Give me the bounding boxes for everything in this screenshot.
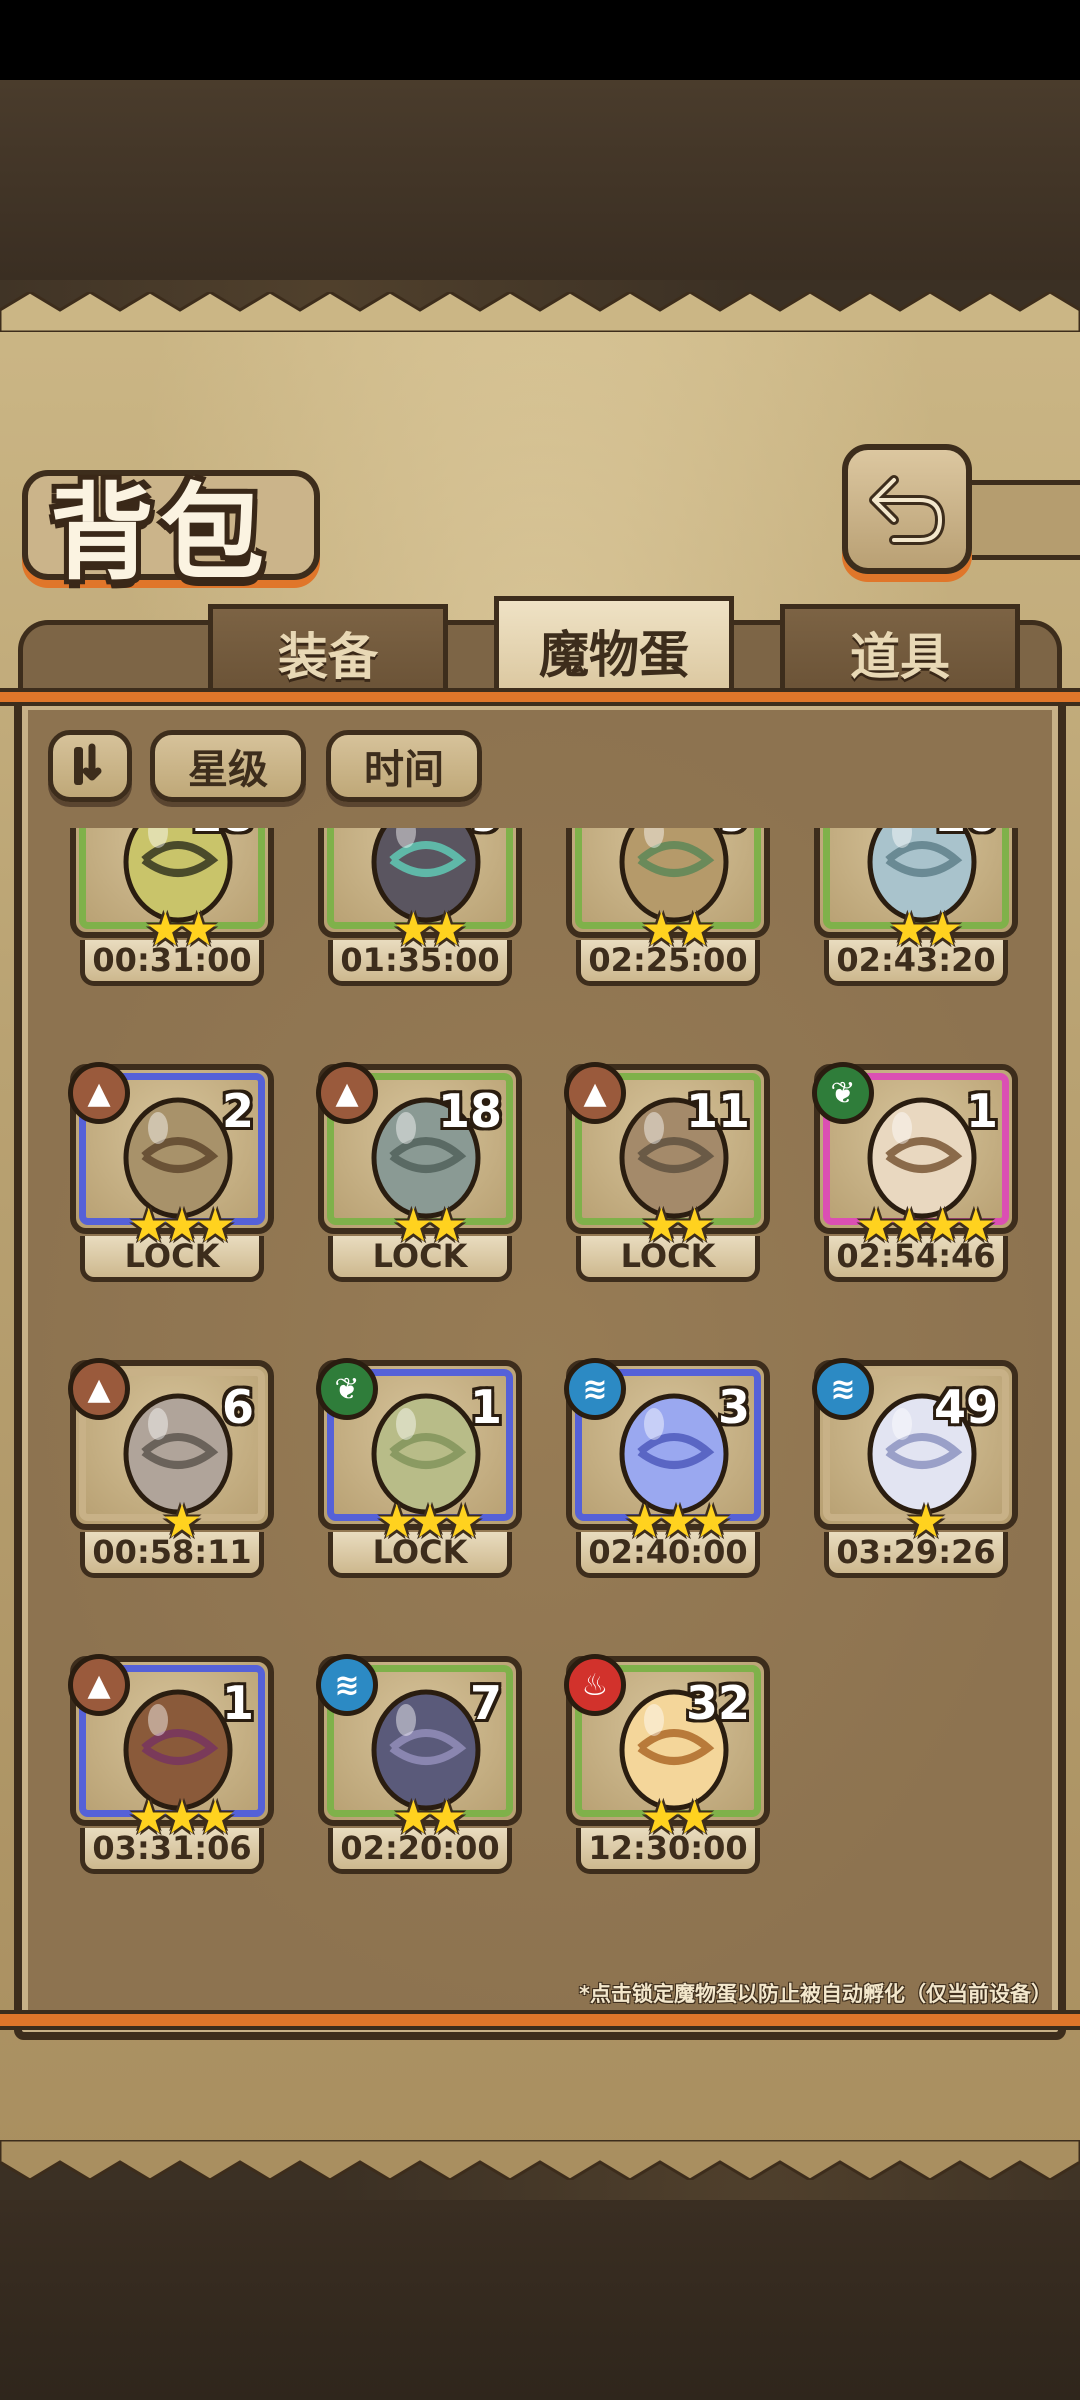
egg-frame-blue: ≋ 3 ★★★ [564,1358,770,1544]
egg-count: 11 [685,1084,750,1138]
tab-equipment[interactable]: 装备 [208,604,448,696]
star-rating: ★★ [392,1198,467,1252]
star-rating: ★★ [392,902,467,956]
egg-frame-green: ≋ 7 ★★ [316,1654,522,1840]
egg-card[interactable]: 02:20:00 ≋ 7 ★★ [316,1654,522,1876]
egg-count: 7 [469,1676,502,1730]
grass-element-icon: ❦ [316,1358,378,1420]
egg-count: 1 [965,1084,998,1138]
egg-card[interactable]: LOCK ❦ 1 ★★★ [316,1358,522,1580]
sort-by-star-button[interactable]: 星级 [150,730,306,802]
star-rating: ★★ [640,1198,715,1252]
egg-card[interactable]: 00:31:00❦18★★ [70,828,274,988]
sort-by-time-button[interactable]: 时间 [326,730,482,802]
egg-card[interactable]: 02:40:00 ≋ 3 ★★★ [564,1358,770,1580]
star-rating: ★★★ [376,1494,484,1548]
back-button-rail [972,480,1080,560]
egg-card[interactable]: 02:25:00▲9★★ [566,828,770,988]
egg-frame-blue: ▲ 1 ★★★ [68,1654,274,1840]
panel-top-trim [0,688,1080,706]
parchment-top-edge [0,292,1080,332]
page-title: 背包 [50,472,271,594]
earth-element-icon: ▲ [564,1062,626,1124]
map-bottom-strip [0,2200,1080,2400]
egg-grid[interactable]: 00:31:00❦18★★01:35:00❦9★★02:25:00▲9★★02:… [40,828,1040,1968]
return-arrow-icon [869,475,945,545]
egg-card[interactable]: 02:54:46 ❦ 1 ★★★★ [812,1062,1018,1284]
star-rating: ★ [161,1494,202,1548]
egg-count: 1 [221,1676,254,1730]
egg-count: 6 [221,1380,254,1434]
earth-element-icon: ▲ [316,1062,378,1124]
egg-count: 32 [685,1676,750,1730]
star-rating: ★★★ [128,1198,236,1252]
egg-count: 18 [437,1084,502,1138]
fire-element-icon: ♨ [564,1654,626,1716]
egg-card[interactable]: 02:43:20≋10★★ [814,828,1018,988]
egg-count: 1 [469,1380,502,1434]
egg-count: 9 [470,828,502,842]
egg-count: 18 [190,828,254,842]
earth-element-icon: ▲ [68,1062,130,1124]
star-rating: ★ [905,1494,946,1548]
egg-count: 10 [934,828,998,842]
sort-order-button[interactable] [48,730,132,802]
water-element-icon: ≋ [812,1358,874,1420]
egg-frame-green: ▲9★★ [566,828,770,952]
star-rating: ★★ [640,1790,715,1844]
egg-card[interactable]: LOCK ▲ 2 ★★★ [68,1062,274,1284]
egg-frame-plain: ▲ 6 ★ [68,1358,274,1544]
egg-count: 9 [718,828,750,842]
egg-frame-pink: ❦ 1 ★★★★ [812,1062,1018,1248]
egg-card[interactable]: 03:31:06 ▲ 1 ★★★ [68,1654,274,1876]
egg-card[interactable]: LOCK ▲ 11 ★★ [564,1062,770,1284]
egg-count: 2 [221,1084,254,1138]
grass-element-icon: ❦ [812,1062,874,1124]
status-bar [0,0,1080,80]
lock-hint-footnote: *点击锁定魔物蛋以防止被自动孵化（仅当前设备） [579,1982,1052,2006]
egg-frame-green: ❦18★★ [70,828,274,952]
egg-frame-green: ▲ 18 ★★ [316,1062,522,1248]
parchment-bottom-edge [0,2140,1080,2180]
egg-card[interactable]: 12:30:00 ♨ 32 ★★ [564,1654,770,1876]
back-button[interactable] [842,444,972,574]
water-element-icon: ≋ [564,1358,626,1420]
egg-frame-green: ❦9★★ [318,828,522,952]
egg-card[interactable]: LOCK ▲ 18 ★★ [316,1062,522,1284]
star-rating: ★★ [640,902,715,956]
sort-direction-icon [74,743,102,785]
tab-items[interactable]: 道具 [780,604,1020,696]
egg-frame-blue: ❦ 1 ★★★ [316,1358,522,1544]
egg-card[interactable]: 00:58:11 ▲ 6 ★ [68,1358,274,1580]
earth-element-icon: ▲ [68,1654,130,1716]
egg-card[interactable]: 01:35:00❦9★★ [318,828,522,988]
panel-bottom-trim [0,2010,1080,2030]
star-rating: ★★ [392,1790,467,1844]
tab-monster-eggs[interactable]: 魔物蛋 [494,596,734,700]
egg-frame-green: ≋10★★ [814,828,1018,952]
egg-card[interactable]: 03:29:26 ≋ 49 ★ [812,1358,1018,1580]
star-rating: ★★★ [128,1790,236,1844]
egg-frame-plain: ≋ 49 ★ [812,1358,1018,1544]
water-element-icon: ≋ [316,1654,378,1716]
star-rating: ★★ [144,902,219,956]
egg-count: 49 [933,1380,998,1434]
egg-frame-blue: ▲ 2 ★★★ [68,1062,274,1248]
star-rating: ★★★ [624,1494,732,1548]
egg-frame-green: ▲ 11 ★★ [564,1062,770,1248]
egg-count: 3 [717,1380,750,1434]
star-rating: ★★★★ [855,1198,997,1252]
egg-frame-green: ♨ 32 ★★ [564,1654,770,1840]
earth-element-icon: ▲ [68,1358,130,1420]
map-top-strip [0,80,1080,280]
star-rating: ★★ [888,902,963,956]
